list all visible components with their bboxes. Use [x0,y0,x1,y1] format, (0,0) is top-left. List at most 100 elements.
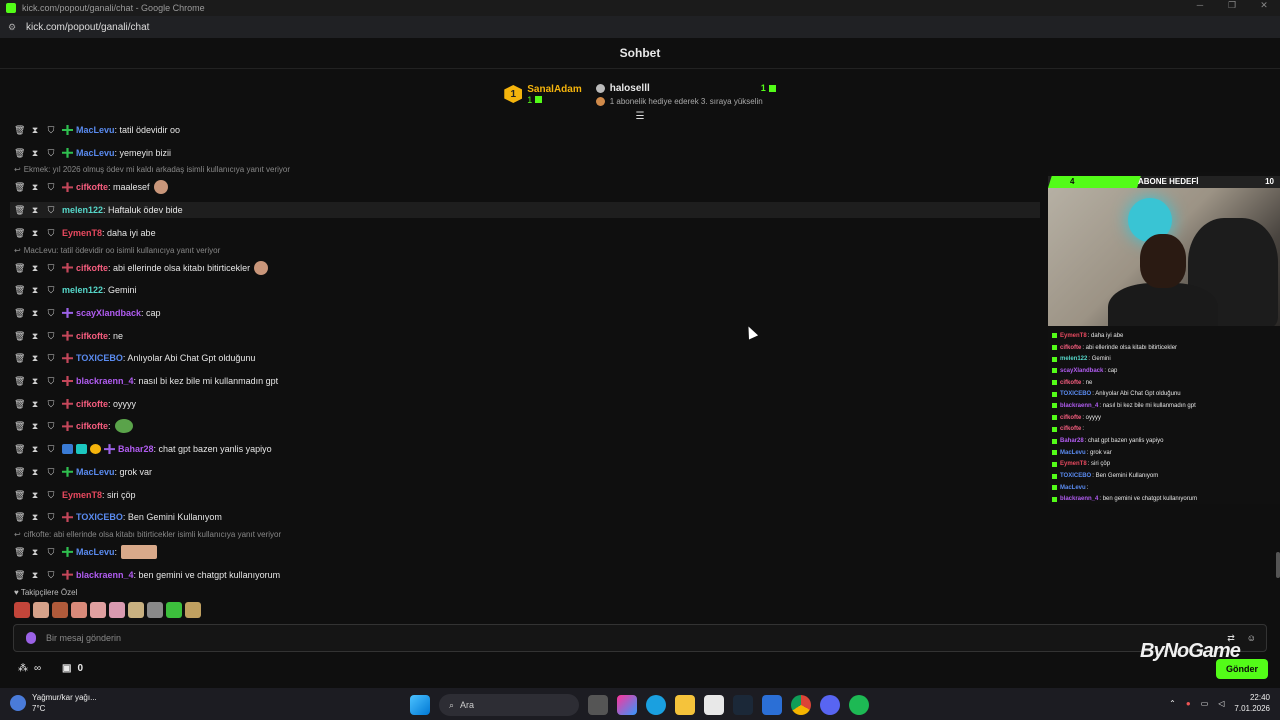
delete-message-icon[interactable]: 🗑 [14,512,25,522]
emoji-icon[interactable]: ☺ [1247,633,1256,644]
delete-message-icon[interactable]: 🗑 [14,547,25,557]
emote-image[interactable] [114,419,133,434]
delete-message-icon[interactable]: 🗑 [14,285,25,295]
clock[interactable]: 22:40 7.01.2026 [1234,692,1270,714]
timeout-icon[interactable]: ⧗ [30,570,40,580]
ban-icon[interactable]: ⛉ [46,263,56,273]
chat-message[interactable]: 🗑 ⧗ ⛉ EymenT8: siri çöp [14,487,1044,503]
ban-icon[interactable]: ⛉ [46,421,56,431]
channel-points[interactable]: ⁂ ∞ [18,663,41,674]
chat-username[interactable]: MacLevu [76,467,115,477]
chat-message[interactable]: 🗑 ⧗ ⛉ MacLevu: grok var [14,464,1044,480]
emote-image[interactable] [121,544,158,559]
follower-emote[interactable] [185,602,201,618]
close-icon[interactable]: ✕ [1248,0,1280,11]
chat-username[interactable]: MacLevu [76,148,115,158]
delete-message-icon[interactable]: 🗑 [14,490,25,500]
restore-icon[interactable]: ❐ [1216,0,1248,11]
microphone-icon[interactable]: ● [1186,699,1191,708]
spotify-icon[interactable] [849,695,869,715]
timeout-icon[interactable]: ⧗ [30,331,40,341]
ban-icon[interactable]: ⛉ [46,376,56,386]
timeout-icon[interactable]: ⧗ [30,182,40,192]
delete-message-icon[interactable]: 🗑 [14,570,25,580]
leaderboard-first[interactable]: 1 SanalAdam 1 [504,84,582,105]
chat-message[interactable]: 🗑 ⧗ ⛉ TOXICEBO: Anlıyolar Abi Chat Gpt oldu… [14,350,1044,366]
timeout-icon[interactable]: ⧗ [30,421,40,431]
timeout-icon[interactable]: ⧗ [30,285,40,295]
url-text[interactable]: kick.com/popout/ganali/chat [26,22,149,33]
timeout-icon[interactable]: ⧗ [30,228,40,238]
follower-emote[interactable] [33,602,49,618]
chat-username[interactable]: cifkofte [76,331,108,341]
timeout-icon[interactable]: ⧗ [30,308,40,318]
chat-message[interactable]: 🗑 ⧗ ⛉ cifkofte: [14,418,1044,434]
chat-message[interactable]: 🗑 ⧗ ⛉ cifkofte: maalesef [14,179,1044,195]
ban-icon[interactable]: ⛉ [46,467,56,477]
chat-message[interactable]: 🗑 ⧗ ⛉ EymenT8: daha iyi abe [14,225,1044,241]
chat-message[interactable]: 🗑 ⧗ ⛉ Bahar28: chat gpt bazen yanlis yapiyo [14,441,1044,457]
ban-icon[interactable]: ⛉ [46,512,56,522]
ban-icon[interactable]: ⛉ [46,285,56,295]
reply-context[interactable]: ↩ Ekmek: yıl 2026 olmuş ödev mi kaldı ark… [14,165,290,174]
network-icon[interactable]: ▭ [1201,699,1209,708]
store-icon[interactable] [704,695,724,715]
delete-message-icon[interactable]: 🗑 [14,205,25,215]
chat-username[interactable]: blackraenn_4 [76,570,134,580]
file-explorer-icon[interactable] [675,695,695,715]
chat-username[interactable]: MacLevu [76,125,115,135]
chat-message[interactable]: 🗑 ⧗ ⛉ melen122: Haftaluk ödev bide [10,202,1040,219]
chat-username[interactable]: melen122 [62,205,103,215]
delete-message-icon[interactable]: 🗑 [14,125,25,135]
chat-username[interactable]: scayXlandback [76,308,141,318]
chat-message[interactable]: 🗑 ⧗ ⛉ cifkofte: oyyyy [14,396,1044,412]
message-input-box[interactable]: ⇄ ☺ [13,624,1267,652]
address-bar[interactable]: ⚙ kick.com/popout/ganali/chat [0,16,1280,38]
ban-icon[interactable]: ⛉ [46,547,56,557]
delete-message-icon[interactable]: 🗑 [14,331,25,341]
delete-message-icon[interactable]: 🗑 [14,421,25,431]
chat-message[interactable]: 🗑 ⧗ ⛉ MacLevu: yemeyin bizii [14,145,1044,161]
delete-message-icon[interactable]: 🗑 [14,353,25,363]
timeout-icon[interactable]: ⧗ [30,547,40,557]
gift-counter[interactable]: ▣ 0 [62,663,83,674]
mail-icon[interactable] [762,695,782,715]
reply-context[interactable]: ↩ MacLevu: tatil ödevidir oo isimli kulla… [14,246,220,255]
chat-username[interactable]: cifkofte [76,421,108,431]
follower-emote[interactable] [14,602,30,618]
ban-icon[interactable]: ⛉ [46,444,56,454]
delete-message-icon[interactable]: 🗑 [14,376,25,386]
delete-message-icon[interactable]: 🗑 [14,399,25,409]
chat-username[interactable]: melen122 [62,285,103,295]
timeout-icon[interactable]: ⧗ [30,353,40,363]
chat-username[interactable]: MacLevu [76,547,115,557]
timeout-icon[interactable]: ⧗ [30,467,40,477]
chat-message[interactable]: 🗑 ⧗ ⛉ melen122: Gemini [14,282,1044,298]
ban-icon[interactable]: ⛉ [46,148,56,158]
discord-icon[interactable] [820,695,840,715]
ban-icon[interactable]: ⛉ [46,490,56,500]
timeout-icon[interactable]: ⧗ [30,125,40,135]
chat-message[interactable]: 🗑 ⧗ ⛉ scayXlandback: cap [14,305,1044,321]
ban-icon[interactable]: ⛉ [46,353,56,363]
chat-message[interactable]: 🗑 ⧗ ⛉ cifkofte: ne [14,328,1044,344]
chat-username[interactable]: Bahar28 [118,444,154,454]
chat-username[interactable]: TOXICEBO [76,353,123,363]
timeout-icon[interactable]: ⧗ [30,490,40,500]
ban-icon[interactable]: ⛉ [46,399,56,409]
chat-username[interactable]: EymenT8 [62,228,102,238]
steam-icon[interactable] [733,695,753,715]
timeout-icon[interactable]: ⧗ [30,205,40,215]
delete-message-icon[interactable]: 🗑 [14,444,25,454]
message-input[interactable] [46,633,1146,643]
emote-image[interactable] [254,260,269,275]
timeout-icon[interactable]: ⧗ [30,263,40,273]
delete-message-icon[interactable]: 🗑 [14,228,25,238]
timeout-icon[interactable]: ⧗ [30,444,40,454]
weather-widget[interactable]: Yağmur/kar yağı... 7°C [10,692,97,714]
chat-message[interactable]: 🗑 ⧗ ⛉ MacLevu: tatil ödevidir oo [14,122,1044,138]
timeout-icon[interactable]: ⧗ [30,512,40,522]
chat-username[interactable]: blackraenn_4 [76,376,134,386]
chat-message[interactable]: 🗑 ⧗ ⛉ cifkofte: abi ellerinde olsa kitabı b… [14,260,1044,276]
ban-icon[interactable]: ⛉ [46,182,56,192]
